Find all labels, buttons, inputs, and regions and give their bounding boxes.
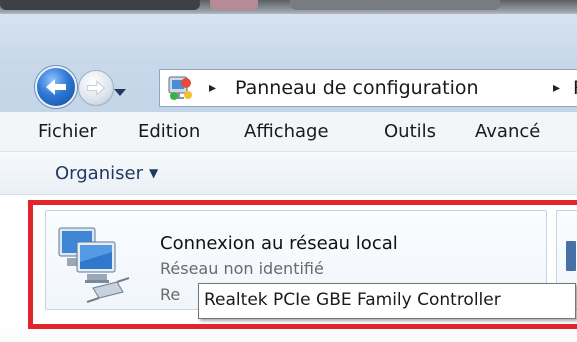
back-arrow-icon	[46, 79, 66, 95]
breadcrumb-next[interactable]: R	[573, 77, 577, 99]
back-button[interactable]	[35, 66, 77, 108]
breadcrumb-current[interactable]: Panneau de configuration	[235, 77, 479, 99]
forward-button[interactable]	[78, 70, 114, 106]
menu-outils[interactable]: Outils	[384, 121, 436, 142]
menu-bar: Fichier Edition Affichage Outils Avancé	[0, 112, 577, 152]
menu-fichier[interactable]: Fichier	[38, 121, 97, 142]
organize-button[interactable]: Organiser ▼	[55, 163, 158, 184]
background-shape	[210, 0, 258, 10]
chevron-down-icon: ▼	[148, 166, 159, 180]
organize-label: Organiser	[55, 163, 143, 184]
breadcrumb-separator[interactable]: ▸	[209, 80, 216, 96]
adapter-tooltip: Realtek PCIe GBE Family Controller	[198, 283, 576, 319]
dropdown-arrow-icon	[114, 89, 126, 96]
recent-pages-button[interactable]	[114, 82, 126, 101]
menu-avance[interactable]: Avancé	[475, 121, 540, 142]
tooltip-text: Realtek PCIe GBE Family Controller	[204, 290, 501, 310]
command-bar: Organiser ▼	[0, 153, 577, 195]
background-shape	[0, 0, 200, 10]
breadcrumb-separator[interactable]: ▸	[553, 80, 560, 96]
menu-edition[interactable]: Edition	[138, 121, 200, 142]
control-panel-icon	[168, 76, 192, 100]
forward-arrow-icon	[87, 80, 105, 96]
background-shape	[290, 0, 500, 10]
menu-affichage[interactable]: Affichage	[244, 121, 329, 142]
address-bar[interactable]: ▸ Panneau de configuration ▸ R	[159, 69, 577, 107]
